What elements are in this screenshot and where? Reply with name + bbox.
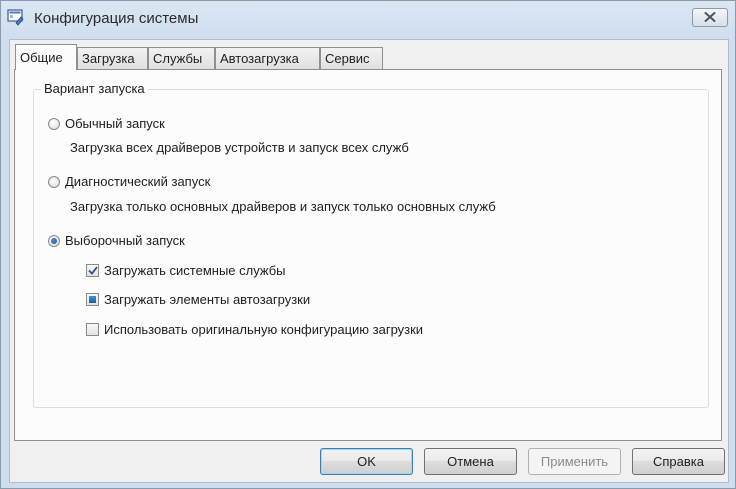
load-system-services-label: Загружать системные службы [104,263,286,278]
title-bar: Конфигурация системы [1,1,735,37]
tab-services[interactable]: Службы [148,47,215,69]
radio-icon[interactable] [48,175,60,188]
tab-general[interactable]: Общие [15,44,77,70]
ok-button[interactable]: OK [320,448,413,475]
selective-startup-label: Выборочный запуск [65,233,185,248]
load-startup-items-label: Загружать элементы автозагрузки [104,292,311,307]
tab-boot[interactable]: Загрузка [77,47,148,69]
normal-startup-description: Загрузка всех драйверов устройств и запу… [70,140,409,155]
load-startup-items-checkbox[interactable]: Загружать элементы автозагрузки [86,292,310,307]
diagnostic-startup-description: Загрузка только основных драйверов и зап… [70,199,496,214]
startup-selection-label: Вариант запуска [41,81,148,96]
dialog-client-area: Общие Загрузка Службы Автозагрузка Серви… [9,39,729,483]
diagnostic-startup-label: Диагностический запуск [65,174,211,189]
selective-startup-radio[interactable]: Выборочный запуск [48,233,185,248]
checkbox-indeterminate-icon[interactable] [86,293,99,306]
window-title: Конфигурация системы [34,10,199,27]
help-button[interactable]: Справка [632,448,725,475]
close-button[interactable] [692,8,728,27]
checkbox-unchecked-icon[interactable] [86,323,99,336]
msconfig-icon [7,8,25,26]
diagnostic-startup-radio[interactable]: Диагностический запуск [48,174,210,189]
radio-selected-icon[interactable] [48,234,60,247]
radio-icon[interactable] [48,117,60,130]
cancel-button[interactable]: Отмена [424,448,517,475]
normal-startup-label: Обычный запуск [65,116,165,131]
checkbox-checked-icon[interactable] [86,264,99,277]
normal-startup-radio[interactable]: Обычный запуск [48,116,165,131]
use-original-boot-config-label: Использовать оригинальную конфигурацию з… [104,322,424,337]
close-x-icon [704,10,716,25]
startup-selection-group [33,89,709,408]
tab-startup[interactable]: Автозагрузка [215,47,320,69]
tab-tools[interactable]: Сервис [320,47,383,69]
load-system-services-checkbox[interactable]: Загружать системные службы [86,263,286,278]
system-config-window: Конфигурация системы Общие Загрузка Служ… [0,0,736,489]
apply-button[interactable]: Применить [528,448,621,475]
use-original-boot-config-checkbox[interactable]: Использовать оригинальную конфигурацию з… [86,322,423,337]
tab-panel-general: Вариант запуска Обычный запуск Загрузка … [14,69,722,441]
